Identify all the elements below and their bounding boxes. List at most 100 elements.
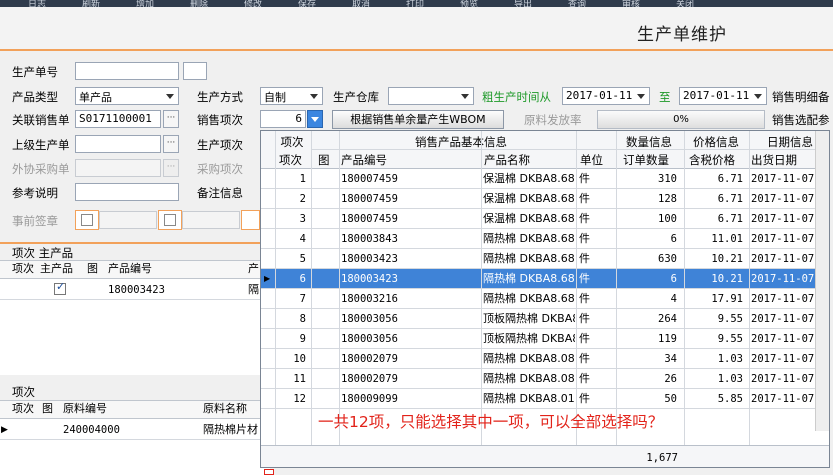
sales-item-value: 6 <box>295 112 302 125</box>
table-row[interactable]: 10 180002079 隔热棉 DKBA8.089 件 34 1.03 2017-11-0… <box>261 349 829 369</box>
row-price: 6.71 <box>717 213 743 225</box>
material-name: 隔热棉片材 <box>203 423 258 436</box>
row-product-name: 隔热棉 DKBA8.683 <box>483 272 575 285</box>
sales-pick-label: 销售选配参 <box>772 113 830 127</box>
product-type-select[interactable]: 单产品 <box>75 87 179 105</box>
row-product-name: 隔热棉 DKBA8.01 <box>483 392 575 405</box>
product-type-value: 单产品 <box>79 91 112 104</box>
presign-box-2[interactable] <box>158 210 182 230</box>
col-header: 项次 <box>279 153 302 167</box>
row-product-code: 180003056 <box>341 333 398 345</box>
page-title: 生产单维护 <box>637 25 727 45</box>
table-row[interactable]: 2 180007459 保温棉 DKBA8.683 件 128 6.71 2017-11-0… <box>261 189 829 209</box>
col-header: 含税价格 <box>689 153 735 167</box>
row-item: 7 <box>299 293 306 305</box>
row-product-code: 180007459 <box>341 173 398 185</box>
row-product-name: 顶板隔热棉 DKBA8 <box>483 332 575 345</box>
material-rate-label: 原料发放率 <box>524 113 582 127</box>
presign-field-1 <box>99 211 157 229</box>
material-rate-progress: 0% <box>597 110 765 129</box>
group-header-item: 项次 <box>280 135 304 149</box>
row-item: 10 <box>293 353 306 365</box>
table-row[interactable]: 12 180009099 隔热棉 DKBA8.01 件 50 5.85 2017-11-07 <box>261 389 829 409</box>
product-section-title: 项次 主产品 <box>12 246 74 260</box>
col-header: 项次 <box>12 262 34 275</box>
col-header: 图 <box>87 262 98 275</box>
parent-order-input[interactable] <box>75 135 161 153</box>
row-item: 2 <box>299 193 306 205</box>
row-order-qty: 264 <box>658 313 677 325</box>
row-price: 1.03 <box>717 353 743 365</box>
generate-wbom-button[interactable]: 根据销售单余量产生WBOM <box>332 110 504 129</box>
row-pointer-icon: ▶ <box>264 274 271 283</box>
row-product-name: 保温棉 DKBA8.683 <box>483 192 575 205</box>
table-row[interactable]: 7 180003216 隔热棉 DKBA8.683 件 4 17.91 2017-11-07 <box>261 289 829 309</box>
main-product-checkbox[interactable]: ✓ <box>54 280 66 295</box>
production-mode-select[interactable]: 自制 <box>260 87 323 105</box>
row-product-name: 隔热棉 DKBA8.089 <box>483 352 575 365</box>
sales-detail-label: 销售明细备 <box>772 90 830 104</box>
row-order-qty: 26 <box>664 373 677 385</box>
presign-box-3[interactable] <box>241 210 260 230</box>
reference-input[interactable] <box>75 183 179 201</box>
row-unit: 件 <box>579 272 590 285</box>
row-unit: 件 <box>579 332 590 345</box>
row-order-qty: 50 <box>664 393 677 405</box>
col-header: 产 <box>248 262 259 275</box>
table-row[interactable]: 3 180007459 保温棉 DKBA8.683 件 100 6.71 2017-11-0… <box>261 209 829 229</box>
outsource-input[interactable] <box>75 159 161 177</box>
row-product-code: 180003843 <box>341 233 398 245</box>
parent-order-label: 上级生产单 <box>12 138 70 152</box>
row-price: 11.01 <box>711 233 743 245</box>
purchase-item-label: 采购项次 <box>197 162 243 176</box>
presign-box-1[interactable] <box>75 210 99 230</box>
row-unit: 件 <box>579 192 590 205</box>
row-item: 11 <box>293 373 306 385</box>
col-header: 图 <box>318 153 330 167</box>
row-price: 6.71 <box>717 173 743 185</box>
date-from-picker[interactable]: 2017-01-11 <box>562 87 650 105</box>
remark-label: 备注信息 <box>197 186 243 200</box>
row-order-qty: 4 <box>670 293 677 305</box>
dropdown-grid-header: 项次 销售产品基本信息 数量信息 价格信息 日期信息 项次 图 产品编号 产品名… <box>261 131 829 169</box>
row-order-qty: 119 <box>658 333 677 345</box>
fragment-box <box>264 469 274 475</box>
outsource-lookup-button[interactable]: ··· <box>163 159 179 177</box>
row-product-code: 180003423 <box>341 273 398 285</box>
order-no-input[interactable] <box>75 62 179 80</box>
section-divider <box>0 242 270 244</box>
col-header: 订单数量 <box>623 153 669 167</box>
production-mode-label: 生产方式 <box>197 90 243 104</box>
row-unit: 件 <box>579 372 590 385</box>
total-qty: 1,677 <box>646 452 678 464</box>
parent-order-lookup-button[interactable]: ··· <box>163 135 179 153</box>
col-header: 主产品 <box>40 262 73 275</box>
table-row[interactable]: 9 180003056 顶板隔热棉 DKBA8 件 119 9.55 2017-11-07 <box>261 329 829 349</box>
table-row[interactable]: 11 180002079 隔热棉 DKBA8.089 件 26 1.03 2017-11-0… <box>261 369 829 389</box>
order-no-extra-input[interactable] <box>183 62 207 80</box>
table-row[interactable]: ✓ 180003423 隔 <box>0 280 270 300</box>
col-header: 产品名称 <box>484 153 530 167</box>
row-item: 12 <box>293 393 306 405</box>
table-row[interactable]: ▶ 240004000 隔热棉片材 <box>0 420 270 440</box>
dropdown-scrollbar[interactable] <box>815 131 829 431</box>
table-row[interactable]: 5 180003423 隔热棉 DKBA8.683 件 630 10.21 2017-11-… <box>261 249 829 269</box>
date-to-picker[interactable]: 2017-01-11 <box>679 87 767 105</box>
col-header: 项次 <box>12 402 34 415</box>
table-row[interactable]: 1 180007459 保温棉 DKBA8.683 件 310 6.71 2017-11-0… <box>261 169 829 189</box>
sales-item-dropdown-button[interactable] <box>307 110 323 128</box>
group-header-qty: 数量信息 <box>626 135 672 149</box>
linked-sales-lookup-button[interactable]: ··· <box>163 110 179 128</box>
presign-field-2 <box>182 211 240 229</box>
warehouse-select[interactable] <box>388 87 474 105</box>
row-product-name: 保温棉 DKBA8.683 <box>483 212 575 225</box>
table-row[interactable]: 4 180003843 隔热棉 DKBA8.683 件 6 11.01 2017-11-07 <box>261 229 829 249</box>
production-mode-value: 自制 <box>264 91 286 104</box>
linked-sales-input[interactable]: S0171100001 <box>75 110 161 128</box>
sales-item-input[interactable]: 6 <box>260 110 306 128</box>
row-product-code: 180007459 <box>341 193 398 205</box>
table-row[interactable]: 8 180003056 顶板隔热棉 DKBA8 件 264 9.55 2017-11-07 <box>261 309 829 329</box>
row-unit: 件 <box>579 292 590 305</box>
table-row[interactable]: 6 180003423 隔热棉 DKBA8.683 件 6 10.21 2017-11-07… <box>261 269 829 289</box>
row-product-name: 隔热棉 DKBA8.683 <box>483 232 575 245</box>
